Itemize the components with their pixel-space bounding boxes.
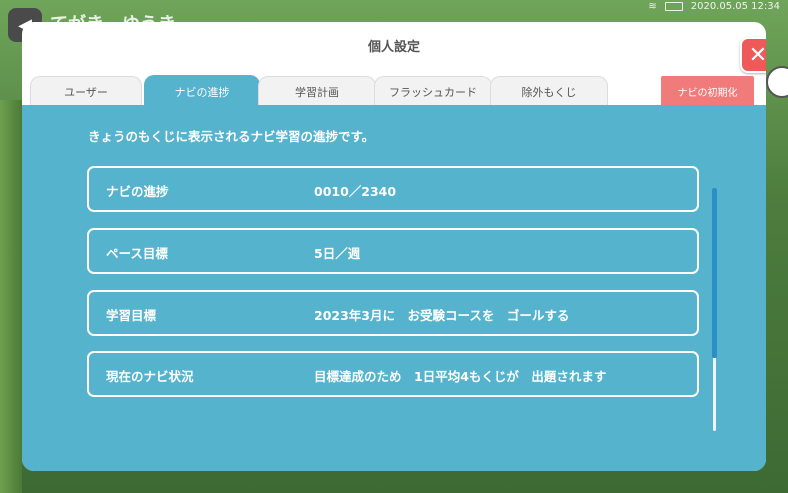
close-icon: ✕ bbox=[748, 42, 766, 68]
modal-title: 個人設定 bbox=[367, 40, 420, 55]
list-item-study-goal: 学習目標 2023年3月に お受験コースを ゴールする bbox=[87, 290, 699, 336]
tab-flashcards[interactable]: フラッシュカード bbox=[374, 76, 492, 106]
row-value: 5日／週 bbox=[314, 246, 361, 261]
navi-progress-panel: きょうのもくじに表示されるナビ学習の進捗です。 ナビの進捗 0010／2340 … bbox=[22, 105, 766, 471]
tab-study-plan[interactable]: 学習計画 bbox=[258, 76, 376, 106]
tab-user[interactable]: ユーザー bbox=[30, 76, 142, 106]
row-label: 現在のナビ状況 bbox=[106, 369, 194, 384]
row-label: ナビの進捗 bbox=[106, 184, 169, 199]
scrollbar-thumb[interactable] bbox=[712, 188, 717, 358]
status-datetime: 2020.05.05 12:34 bbox=[690, 1, 780, 12]
row-label: 学習目標 bbox=[106, 308, 157, 323]
list-item-current-navi-status: 現在のナビ状況 目標達成のため 1日平均4もくじが 出題されます bbox=[87, 351, 699, 397]
background-scenery bbox=[0, 100, 22, 493]
row-value: 目標達成のため 1日平均4もくじが 出題されます bbox=[314, 369, 607, 384]
close-button[interactable]: ✕ bbox=[740, 37, 766, 73]
panel-description: きょうのもくじに表示されるナビ学習の進捗です。 bbox=[88, 129, 375, 144]
battery-icon bbox=[664, 2, 683, 11]
row-value: 0010／2340 bbox=[314, 184, 397, 199]
tab-excluded-contents[interactable]: 除外もくじ bbox=[490, 76, 608, 106]
navi-reset-button[interactable]: ナビの初期化 bbox=[661, 76, 754, 106]
row-label: ペース目標 bbox=[106, 246, 168, 261]
tab-navi-progress[interactable]: ナビの進捗 bbox=[144, 75, 260, 107]
list-item-navi-progress: ナビの進捗 0010／2340 bbox=[87, 166, 699, 212]
wifi-icon: ≋ bbox=[648, 1, 657, 12]
personal-settings-modal: 個人設定 ユーザー ナビの進捗 学習計画 フラッシュカード 除外もくじ ナビの初… bbox=[22, 22, 766, 471]
row-value: 2023年3月に お受験コースを ゴールする bbox=[314, 308, 570, 323]
status-bar: ≋ 2020.05.05 12:34 bbox=[648, 1, 780, 12]
list-item-pace-goal: ペース目標 5日／週 bbox=[87, 228, 699, 274]
